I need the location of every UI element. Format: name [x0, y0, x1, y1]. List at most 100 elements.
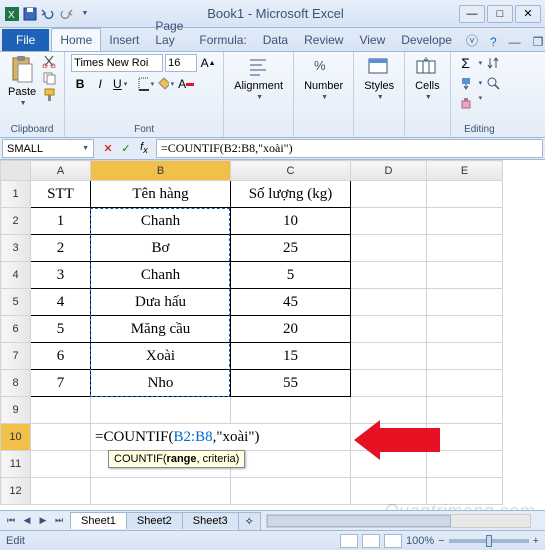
- cell[interactable]: 15: [231, 343, 351, 370]
- cell[interactable]: 3: [31, 262, 91, 289]
- number-icon[interactable]: %: [313, 56, 335, 78]
- cell[interactable]: [427, 235, 503, 262]
- cell[interactable]: Xoài: [91, 343, 231, 370]
- workbook-minimize-icon[interactable]: —: [503, 33, 527, 51]
- active-cell-formula[interactable]: =COUNTIF(B2:B8,"xoài"): [91, 424, 351, 451]
- cell[interactable]: [351, 262, 427, 289]
- formula-bar[interactable]: =COUNTIF(B2:B8,"xoài"): [156, 139, 543, 158]
- sheet-nav-last-icon[interactable]: ⏭: [52, 514, 66, 528]
- cells-icon[interactable]: [416, 56, 438, 78]
- cell[interactable]: [351, 316, 427, 343]
- cell[interactable]: [231, 451, 351, 478]
- row-header[interactable]: 4: [1, 262, 31, 289]
- cell[interactable]: 6: [31, 343, 91, 370]
- cell[interactable]: Chanh: [91, 208, 231, 235]
- cell[interactable]: 1: [31, 208, 91, 235]
- tab-home[interactable]: Home: [51, 28, 101, 51]
- select-all-corner[interactable]: [1, 161, 31, 181]
- font-name-select[interactable]: [71, 54, 163, 72]
- cell[interactable]: [231, 478, 351, 505]
- horizontal-scrollbar[interactable]: [266, 514, 531, 528]
- grow-font-icon[interactable]: A▲: [199, 54, 217, 72]
- cut-icon[interactable]: [42, 54, 58, 68]
- italic-button[interactable]: I: [91, 75, 109, 93]
- col-header-c[interactable]: C: [231, 161, 351, 181]
- cell[interactable]: Tên hàng: [91, 181, 231, 208]
- page-break-view-icon[interactable]: [384, 534, 402, 548]
- row-header[interactable]: 10: [1, 424, 31, 451]
- new-sheet-tab[interactable]: ✧: [238, 512, 261, 530]
- row-header[interactable]: 2: [1, 208, 31, 235]
- cell[interactable]: Nho: [91, 370, 231, 397]
- col-header-d[interactable]: D: [351, 161, 427, 181]
- tab-review[interactable]: Review: [296, 29, 351, 51]
- copy-icon[interactable]: [42, 71, 58, 85]
- cell[interactable]: [351, 289, 427, 316]
- tab-view[interactable]: View: [351, 29, 393, 51]
- cell[interactable]: 5: [31, 316, 91, 343]
- row-header[interactable]: 12: [1, 478, 31, 505]
- redo-icon[interactable]: [58, 6, 74, 22]
- cell[interactable]: [31, 451, 91, 478]
- fill-icon[interactable]: [457, 74, 475, 92]
- cell[interactable]: [427, 478, 503, 505]
- cell[interactable]: [31, 424, 91, 451]
- cell[interactable]: [31, 478, 91, 505]
- qat-customize-icon[interactable]: ▼: [76, 6, 92, 22]
- cell[interactable]: Bơ: [91, 235, 231, 262]
- cell[interactable]: [31, 397, 91, 424]
- excel-icon[interactable]: X: [4, 6, 20, 22]
- worksheet-grid[interactable]: A B C D E 1 STT Tên hàng Số lượng (kg) 2…: [0, 160, 503, 505]
- cell[interactable]: [427, 208, 503, 235]
- sheet-tab-1[interactable]: Sheet1: [70, 512, 127, 529]
- row-header[interactable]: 11: [1, 451, 31, 478]
- cell[interactable]: [427, 370, 503, 397]
- file-tab[interactable]: File: [2, 29, 49, 51]
- fx-icon[interactable]: fx: [136, 141, 152, 157]
- cell[interactable]: Măng cầu: [91, 316, 231, 343]
- row-header[interactable]: 1: [1, 181, 31, 208]
- cell[interactable]: Số lượng (kg): [231, 181, 351, 208]
- col-header-a[interactable]: A: [31, 161, 91, 181]
- cell[interactable]: STT: [31, 181, 91, 208]
- cell[interactable]: Chanh: [91, 262, 231, 289]
- cell[interactable]: 7: [31, 370, 91, 397]
- tab-insert[interactable]: Insert: [101, 29, 147, 51]
- find-select-icon[interactable]: [484, 74, 502, 92]
- cell[interactable]: 20: [231, 316, 351, 343]
- minimize-button[interactable]: —: [459, 5, 485, 23]
- sheet-tab-2[interactable]: Sheet2: [126, 512, 183, 529]
- sort-filter-icon[interactable]: [484, 54, 502, 72]
- paste-button[interactable]: Paste ▼: [6, 54, 38, 109]
- cell[interactable]: 10: [231, 208, 351, 235]
- tab-formulas[interactable]: Formula:: [191, 29, 254, 51]
- cell[interactable]: [351, 478, 427, 505]
- cell[interactable]: [427, 397, 503, 424]
- row-header[interactable]: 9: [1, 397, 31, 424]
- tab-page-layout[interactable]: Page Lay: [147, 15, 191, 51]
- page-layout-view-icon[interactable]: [362, 534, 380, 548]
- zoom-level[interactable]: 100%: [406, 535, 434, 547]
- sheet-tab-3[interactable]: Sheet3: [182, 512, 239, 529]
- maximize-button[interactable]: □: [487, 5, 513, 23]
- help-icon[interactable]: ?: [484, 33, 503, 51]
- cell[interactable]: [231, 397, 351, 424]
- undo-icon[interactable]: [40, 6, 56, 22]
- cell[interactable]: 4: [31, 289, 91, 316]
- cell[interactable]: 25: [231, 235, 351, 262]
- cell[interactable]: [351, 235, 427, 262]
- name-box[interactable]: SMALL▼: [2, 139, 94, 158]
- cancel-formula-icon[interactable]: ✕: [100, 141, 116, 157]
- cell[interactable]: [91, 478, 231, 505]
- cell[interactable]: 55: [231, 370, 351, 397]
- cell[interactable]: [91, 397, 231, 424]
- cell[interactable]: [427, 289, 503, 316]
- cell[interactable]: [351, 370, 427, 397]
- col-header-b[interactable]: B: [91, 161, 231, 181]
- tab-data[interactable]: Data: [255, 29, 296, 51]
- sheet-nav-next-icon[interactable]: ▶: [36, 514, 50, 528]
- font-color-button[interactable]: A: [177, 75, 195, 93]
- clear-icon[interactable]: [457, 94, 475, 112]
- workbook-restore-icon[interactable]: ❐: [527, 33, 545, 51]
- styles-icon[interactable]: [368, 56, 390, 78]
